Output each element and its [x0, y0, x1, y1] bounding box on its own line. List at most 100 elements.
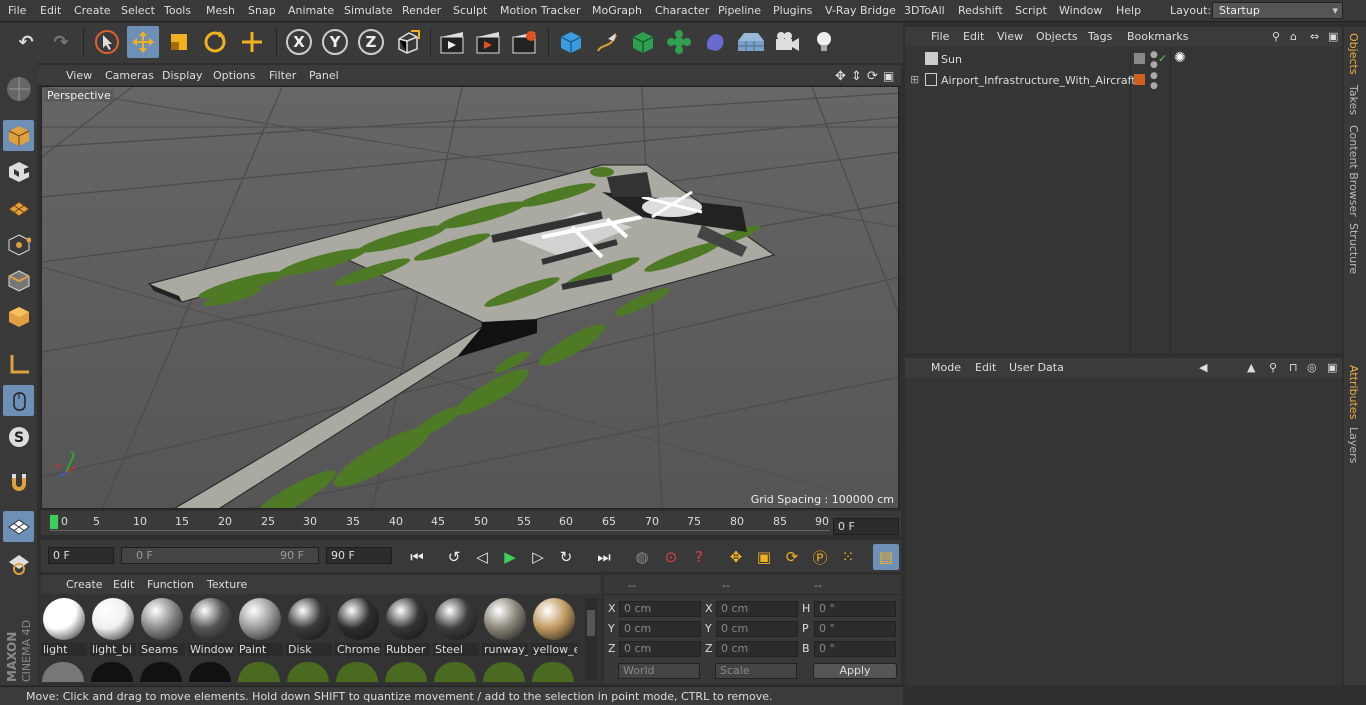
home-icon[interactable]: ⌂ [1290, 30, 1297, 43]
material-menu-texture[interactable]: Texture [207, 578, 247, 591]
menu-pipeline[interactable]: Pipeline [718, 4, 761, 17]
material-item[interactable]: light_bi [90, 598, 136, 656]
3d-viewport[interactable]: Y x Perspective Grid Spacing : 100000 cm [41, 86, 899, 509]
objects-menu-bookmarks[interactable]: Bookmarks [1127, 30, 1188, 43]
key-pla-icon[interactable]: ⁙ [835, 544, 861, 570]
objects-menu-objects[interactable]: Objects [1036, 30, 1078, 43]
end-frame-field[interactable]: 90 F [326, 547, 392, 564]
material-menu-create[interactable]: Create [66, 578, 103, 591]
menu-mograph[interactable]: MoGraph [592, 4, 642, 17]
viewport-menu-panel[interactable]: Panel [309, 69, 339, 82]
position-x-field[interactable]: 0 cm [619, 601, 701, 617]
pen-icon[interactable] [591, 26, 623, 58]
object-row-airport[interactable]: ⊞ Airport_Infrastructure_With_Aircraft ●… [905, 71, 1342, 91]
subdivision-icon[interactable] [627, 26, 659, 58]
menu-motion-tracker[interactable]: Motion Tracker [500, 4, 580, 17]
tab-content-browser[interactable]: Content Browser [1347, 125, 1360, 217]
viewport-menu-filter[interactable]: Filter [269, 69, 296, 82]
camera-icon[interactable] [771, 26, 803, 58]
visibility-dots-icon[interactable]: ● ● [1150, 71, 1158, 91]
visibility-dots-icon[interactable]: ● ● [1150, 50, 1158, 70]
rotation-p-field[interactable]: 0 ° [814, 621, 896, 637]
viewport-maximize-icon[interactable]: ▣ [883, 69, 894, 83]
layer-tag-icon[interactable] [1134, 74, 1145, 85]
menu-3dtoall[interactable]: 3DToAll [904, 4, 945, 17]
position-y-field[interactable]: 0 cm [619, 621, 701, 637]
floor-icon[interactable] [735, 26, 767, 58]
expand-icon[interactable]: ⊞ [910, 73, 919, 86]
material-item[interactable]: yellow_e [531, 598, 577, 656]
material-item[interactable]: Chrome [335, 598, 381, 656]
menu-vray-bridge[interactable]: V-Ray Bridge [825, 4, 896, 17]
viewport-move-icon[interactable]: ✥ [835, 69, 846, 84]
objects-menu-tags[interactable]: Tags [1088, 30, 1112, 43]
new-panel-icon[interactable]: ▣ [1327, 361, 1337, 374]
move-icon[interactable] [127, 26, 159, 58]
objects-menu-edit[interactable]: Edit [963, 30, 984, 43]
menu-edit[interactable]: Edit [40, 4, 61, 17]
new-panel-icon[interactable]: ▣ [1328, 30, 1338, 43]
material-item[interactable]: Paint [237, 598, 283, 656]
symmetry-icon[interactable] [3, 548, 34, 579]
menu-window[interactable]: Window [1059, 4, 1102, 17]
sun-tag-icon[interactable]: ✺ [1174, 50, 1186, 66]
redo-icon[interactable]: ↷ [45, 26, 77, 58]
link-icon[interactable]: ⇔ [1310, 30, 1319, 43]
deformer-icon[interactable] [699, 26, 731, 58]
apply-button[interactable]: Apply [813, 663, 897, 679]
workplane-lock-icon[interactable] [3, 511, 34, 542]
menu-redshift[interactable]: Redshift [958, 4, 1003, 17]
light-icon[interactable] [808, 26, 840, 58]
menu-file[interactable]: File [8, 4, 26, 17]
enabled-check-icon[interactable]: ✓ [1158, 52, 1167, 65]
material-item[interactable]: Disk [286, 598, 332, 656]
tab-structure[interactable]: Structure [1347, 223, 1360, 274]
render-settings-icon[interactable] [509, 26, 541, 58]
attributes-menu-mode[interactable]: Mode [931, 361, 961, 374]
live-select-icon[interactable] [236, 26, 268, 58]
model-mode-icon[interactable] [3, 120, 34, 151]
key-scale-icon[interactable]: ▣ [751, 544, 777, 570]
object-row-sun[interactable]: Sun ● ● ✓ ✺ [905, 50, 1342, 70]
edges-mode-icon[interactable] [3, 265, 34, 296]
scale-icon[interactable] [163, 26, 195, 58]
magnet-icon[interactable] [3, 467, 34, 498]
go-to-end-icon[interactable]: ⏭ [591, 544, 617, 570]
keyframe-selection-icon[interactable]: ? [686, 544, 712, 570]
material-item[interactable]: Steel [433, 598, 479, 656]
start-frame-field[interactable]: 0 F [48, 547, 114, 564]
size-mode-select[interactable]: Scale [715, 663, 797, 679]
menu-select[interactable]: Select [121, 4, 155, 17]
frame-range-slider[interactable]: 0 F 90 F [121, 547, 319, 564]
material-item[interactable]: Rubber [384, 598, 430, 656]
objects-menu-file[interactable]: File [931, 30, 949, 43]
menu-snap[interactable]: Snap [248, 4, 276, 17]
layout-select[interactable]: Startup [1212, 2, 1343, 19]
menu-simulate[interactable]: Simulate [344, 4, 393, 17]
timeline-ruler[interactable] [41, 511, 901, 535]
viewport-menu-view[interactable]: View [66, 69, 92, 82]
material-scrollbar[interactable] [585, 598, 597, 680]
play-icon[interactable]: ▶ [497, 544, 523, 570]
menu-tools[interactable]: Tools [164, 4, 191, 17]
material-item[interactable]: Seams [139, 598, 185, 656]
polygons-mode-icon[interactable] [3, 301, 34, 332]
attributes-menu-user-data[interactable]: User Data [1009, 361, 1064, 374]
rotation-b-field[interactable]: 0 ° [814, 641, 896, 657]
viewport-zoom-icon[interactable]: ⇕ [851, 69, 862, 84]
cube-icon[interactable] [555, 26, 587, 58]
next-key-icon[interactable]: ↻ [553, 544, 579, 570]
back-arrow-icon[interactable]: ◀ [1199, 361, 1207, 374]
menu-animate[interactable]: Animate [288, 4, 334, 17]
rotation-h-field[interactable]: 0 ° [814, 601, 896, 617]
timeline-window-icon[interactable]: ▤ [873, 544, 899, 570]
next-frame-icon[interactable]: ▷ [525, 544, 551, 570]
previous-key-icon[interactable]: ↺ [441, 544, 467, 570]
key-rotation-icon[interactable]: ⟳ [779, 544, 805, 570]
rotate-icon[interactable] [199, 26, 231, 58]
texture-mode-icon[interactable] [3, 156, 34, 187]
x-axis-icon[interactable]: X [283, 26, 315, 58]
material-menu-function[interactable]: Function [147, 578, 194, 591]
menu-mesh[interactable]: Mesh [206, 4, 235, 17]
material-item[interactable]: light [41, 598, 87, 656]
